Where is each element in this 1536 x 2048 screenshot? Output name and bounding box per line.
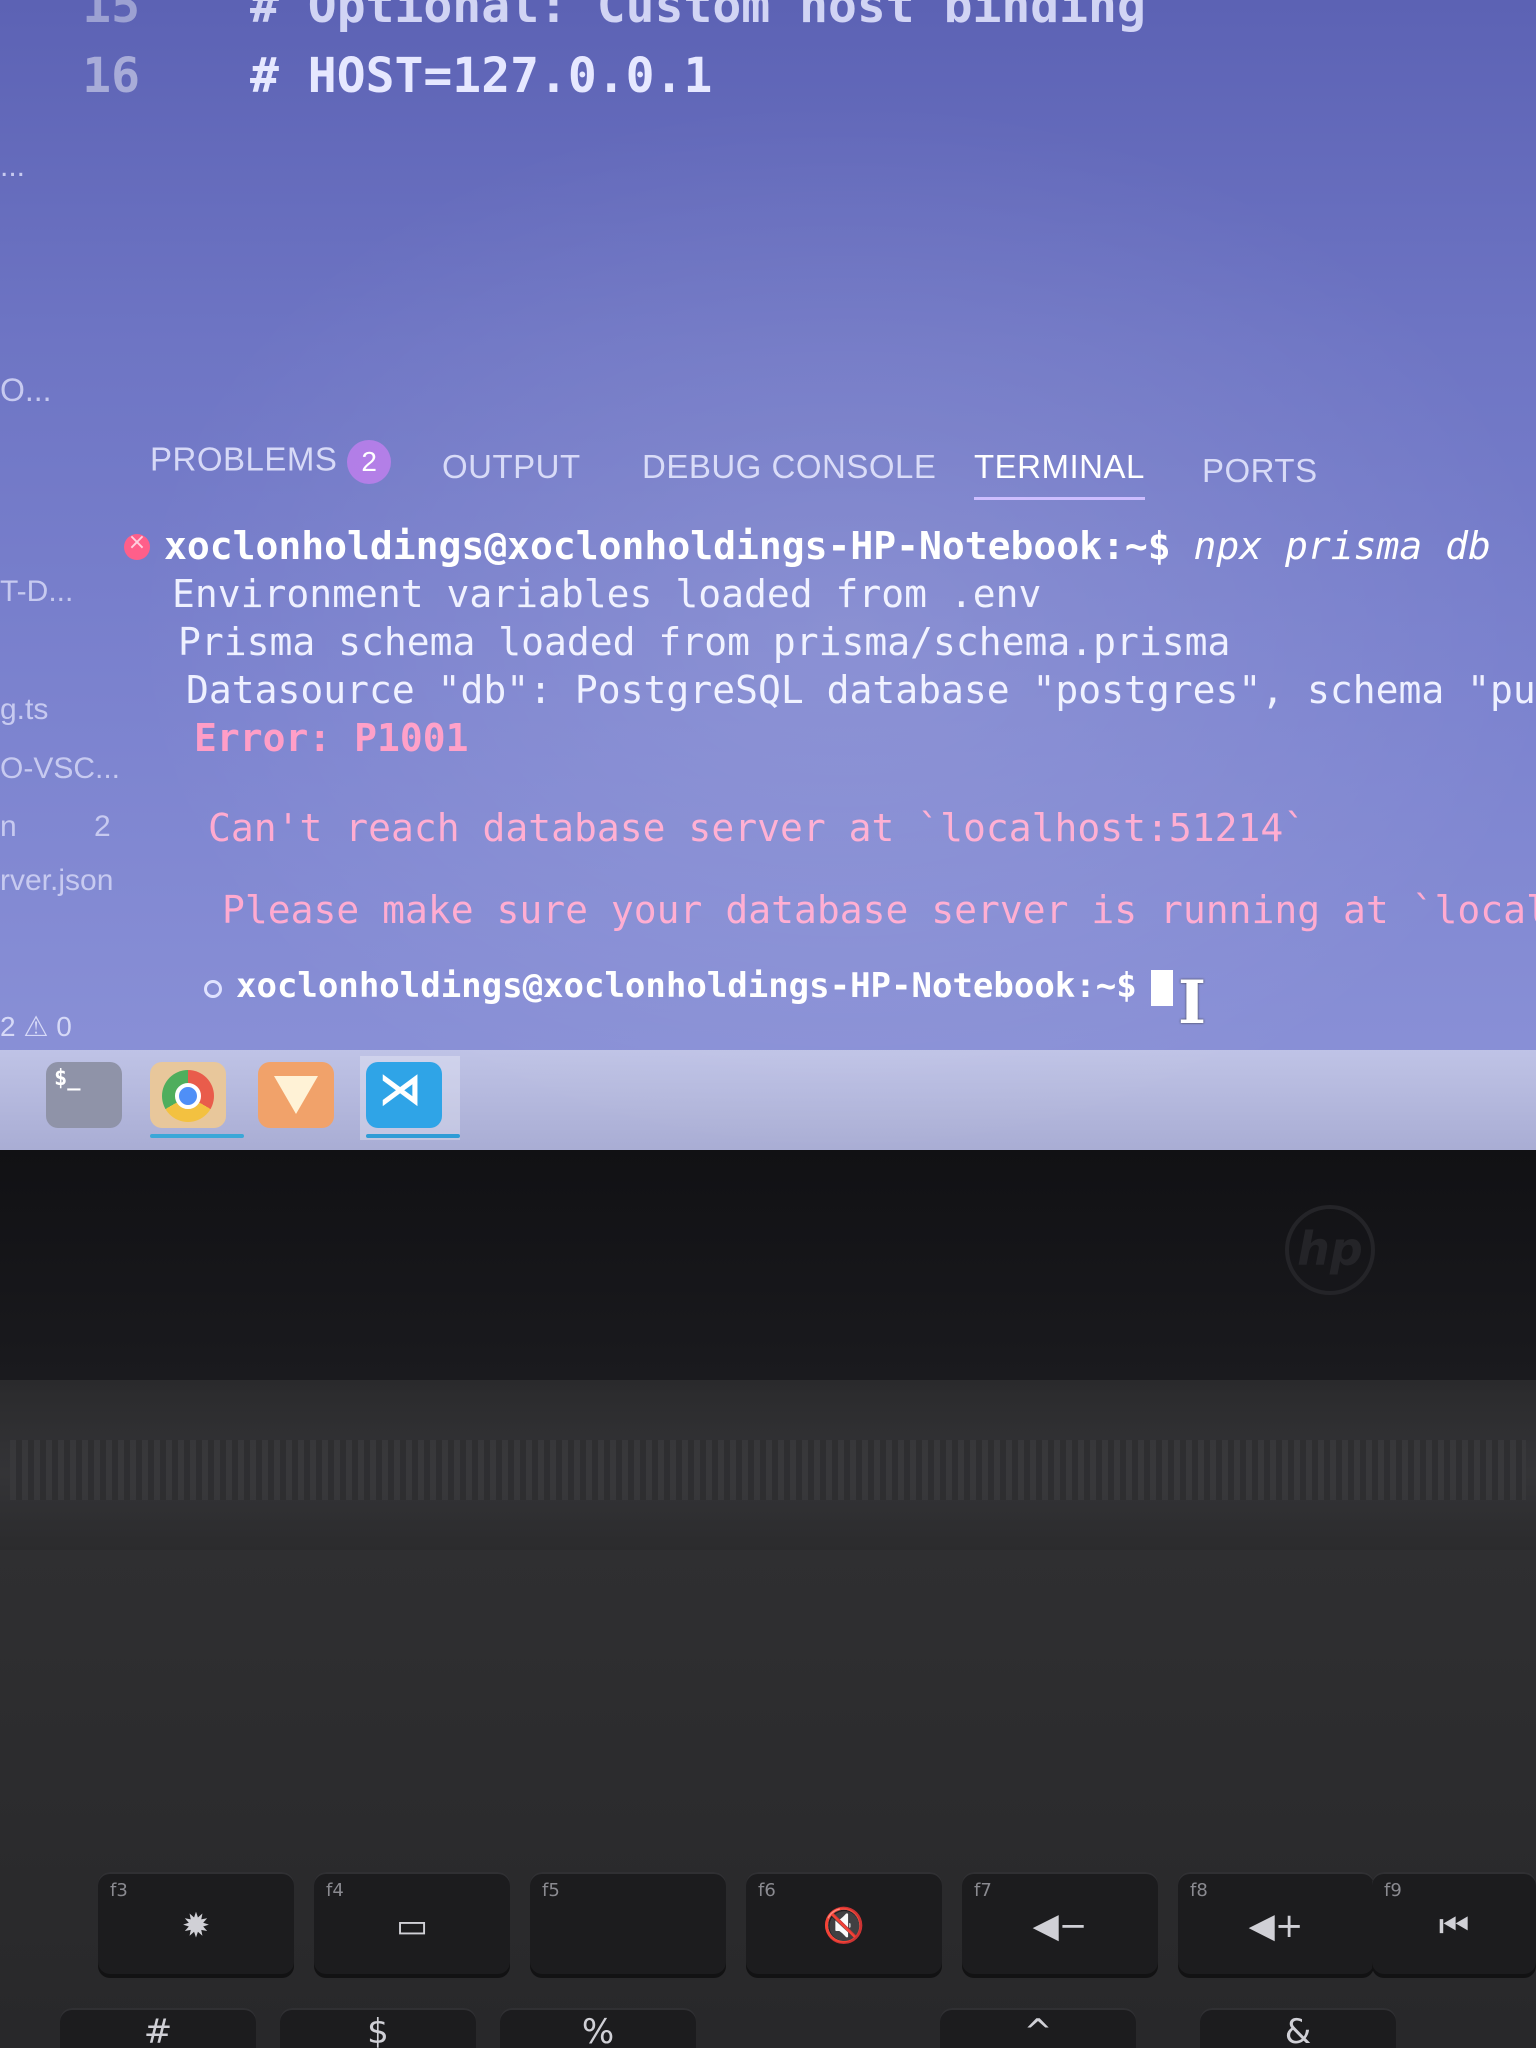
key-fn-label: f7 — [974, 1880, 992, 1901]
chrome-running-indicator — [150, 1134, 244, 1138]
error-count: 2 — [0, 1011, 16, 1042]
code-text: # HOST=127.0.0.1 — [250, 48, 713, 104]
terminal-current-prompt[interactable]: xoclonholdings@xoclonholdings-HP-Noteboo… — [236, 966, 1173, 1006]
prompt: xoclonholdings@xoclonholdings-HP-Noteboo… — [236, 966, 1137, 1006]
output-datasource-line: Datasource "db": PostgreSQL database "po… — [186, 668, 1536, 712]
error-reach-message: Can't reach database server at `localhos… — [208, 806, 1307, 850]
key-fn-label: f9 — [1384, 1880, 1402, 1901]
tab-label: PROBLEMS — [150, 440, 338, 478]
output-env-line: Environment variables loaded from .env — [172, 572, 1042, 616]
output-schema-line: Prisma schema loaded from prisma/schema.… — [178, 620, 1231, 664]
text-cursor — [1150, 969, 1173, 1006]
tab-terminal[interactable]: TERMINAL — [974, 448, 1145, 500]
error-code: Error: P1001 — [194, 716, 469, 760]
terminal-app-button[interactable]: $_ — [46, 1062, 122, 1128]
tab-output[interactable]: OUTPUT — [442, 448, 581, 486]
key-f9[interactable]: f9 ⏮ — [1372, 1872, 1536, 1974]
previous-track-icon: ⏮ — [1438, 1906, 1470, 1946]
key-f3[interactable]: f3 ✹ — [98, 1872, 294, 1974]
tab-problems[interactable]: PROBLEMS 2 — [150, 440, 392, 484]
key-fn-label: f5 — [542, 1880, 560, 1901]
line-number: 15 — [82, 0, 140, 34]
prompt-idle-icon — [204, 980, 222, 998]
terminal-icon: $_ — [54, 1066, 81, 1091]
tab-ports[interactable]: PORTS — [1202, 452, 1318, 490]
vscode-window: 15 # Optional: Custom host binding 16 # HO… — [0, 0, 1536, 1150]
key-symbol: ^ — [1023, 2012, 1053, 2048]
terminal-prompt-line: xoclonholdings@xoclonholdings-HP-Noteboo… — [164, 524, 1491, 568]
command-failed-icon[interactable] — [124, 530, 150, 560]
error-hint-message: Please make sure your database server is… — [222, 888, 1536, 932]
tab-debug-console[interactable]: DEBUG CONSOLE — [642, 448, 936, 486]
sketch-app-button[interactable] — [258, 1062, 334, 1128]
key-fn-label: f3 — [110, 1880, 128, 1901]
chrome-icon-center — [175, 1083, 201, 1109]
key-f8[interactable]: f8 ◀+ — [1178, 1872, 1374, 1974]
key-symbol: % — [581, 2012, 615, 2048]
key-f7[interactable]: f7 ◀− — [962, 1872, 1158, 1974]
terminal-panel[interactable]: xoclonholdings@xoclonholdings-HP-Noteboo… — [0, 520, 1536, 1030]
warning-icon: ⚠ — [23, 1011, 49, 1042]
editor-line-15[interactable]: 15 # Optional: Custom host binding — [0, 0, 1146, 34]
chrome-app-button[interactable] — [150, 1062, 226, 1128]
command: npx prisma db — [1170, 524, 1491, 568]
key-dollar[interactable]: $ — [280, 2008, 476, 2048]
key-f4[interactable]: f4 ▭ — [314, 1872, 510, 1974]
key-symbol: $ — [367, 2012, 389, 2048]
volume-down-icon: ◀− — [1032, 1906, 1088, 1946]
key-caret[interactable]: ^ — [940, 2008, 1136, 2048]
vscode-icon: ⋊ — [378, 1064, 422, 1115]
key-f6[interactable]: f6 🔇 — [746, 1872, 942, 1974]
display-switch-icon: ▭ — [395, 1906, 429, 1946]
line-number: 16 — [82, 48, 140, 104]
editor-line-16[interactable]: 16 # HOST=127.0.0.1 — [0, 48, 712, 104]
sketch-icon — [274, 1076, 318, 1114]
mouse-ibeam-cursor-icon: I — [1178, 968, 1207, 1038]
key-symbol: & — [1284, 2012, 1312, 2048]
key-hash[interactable]: # — [60, 2008, 256, 2048]
key-f5[interactable]: f5 — [530, 1872, 726, 1974]
mute-icon: 🔇 — [822, 1906, 866, 1946]
explorer-item[interactable]: O... — [0, 372, 52, 409]
key-fn-label: f8 — [1190, 1880, 1208, 1901]
warning-count: 0 — [56, 1011, 72, 1042]
vscode-running-indicator — [366, 1134, 460, 1138]
prompt: xoclonholdings@xoclonholdings-HP-Noteboo… — [164, 524, 1171, 568]
vscode-app-button[interactable]: ⋊ — [366, 1062, 442, 1128]
brightness-up-icon: ✹ — [181, 1906, 211, 1946]
panel-tab-bar: PROBLEMS 2 OUTPUT DEBUG CONSOLE TERMINAL … — [150, 440, 1350, 510]
speaker-grill — [10, 1440, 1526, 1500]
key-percent[interactable]: % — [500, 2008, 696, 2048]
key-ampersand[interactable]: & — [1200, 2008, 1396, 2048]
volume-up-icon: ◀+ — [1248, 1906, 1304, 1946]
taskbar-dock: $_ ⋊ — [0, 1050, 1536, 1150]
hp-logo: hp — [1285, 1205, 1375, 1295]
problems-badge: 2 — [347, 440, 392, 484]
status-problem-counts[interactable]: 2 ⚠ 0 — [0, 1010, 72, 1043]
key-fn-label: f6 — [758, 1880, 776, 1901]
explorer-item[interactable]: ... — [0, 150, 25, 184]
key-symbol: # — [143, 2012, 173, 2048]
key-fn-label: f4 — [326, 1880, 344, 1901]
code-text: # Optional: Custom host binding — [250, 0, 1146, 34]
